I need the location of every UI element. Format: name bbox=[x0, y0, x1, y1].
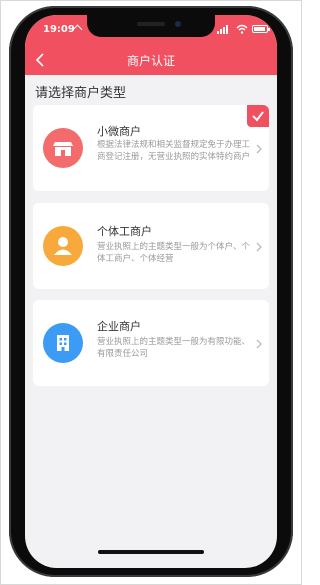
front-camera bbox=[175, 21, 181, 27]
chevron-right-icon bbox=[256, 339, 262, 349]
selected-check-icon bbox=[247, 105, 269, 127]
nav-bar: 商户认证 bbox=[25, 48, 277, 72]
section-prompt: 请选择商户类型 bbox=[35, 86, 127, 101]
cellular-signal-icon bbox=[217, 24, 231, 34]
card-description: 根据法律法规和相关监督规定免于办理工商登记注册，无营业执照的实体特约商户 bbox=[97, 140, 251, 162]
wifi-icon bbox=[236, 24, 248, 34]
page-title: 商户认证 bbox=[126, 54, 175, 68]
card-title: 企业商户 bbox=[97, 320, 141, 333]
merchant-option-enterprise[interactable]: 企业商户 营业执照上的主题类型一般为有限功能、有限责任公司 bbox=[33, 300, 269, 386]
card-description: 营业执照上的主题类型一般为个体户、个体工商户、个体经营 bbox=[97, 242, 251, 264]
chevron-right-icon bbox=[256, 144, 262, 154]
status-time: 19:09 bbox=[43, 24, 75, 35]
screen: 19:09 商户认证 请选择商户类型 小微商户 根据法律法规和相关监督规定免于办… bbox=[25, 15, 277, 568]
chevron-right-icon bbox=[256, 242, 262, 252]
merchant-option-micro[interactable]: 小微商户 根据法律法规和相关监督规定免于办理工商登记注册，无营业执照的实体特约商… bbox=[33, 105, 269, 191]
person-icon bbox=[43, 226, 83, 266]
storefront-icon bbox=[43, 128, 83, 168]
merchant-option-individual[interactable]: 个体工商户 营业执照上的主题类型一般为个体户、个体工商户、个体经营 bbox=[33, 203, 269, 289]
card-description: 营业执照上的主题类型一般为有限功能、有限责任公司 bbox=[97, 337, 251, 359]
card-title: 个体工商户 bbox=[97, 225, 152, 238]
speaker-grille bbox=[137, 22, 165, 26]
home-indicator[interactable] bbox=[98, 550, 204, 554]
header-bar: 19:09 商户认证 bbox=[25, 15, 277, 75]
card-title: 小微商户 bbox=[97, 125, 141, 138]
building-icon bbox=[43, 323, 83, 363]
battery-icon bbox=[252, 25, 270, 33]
notch bbox=[87, 15, 215, 37]
